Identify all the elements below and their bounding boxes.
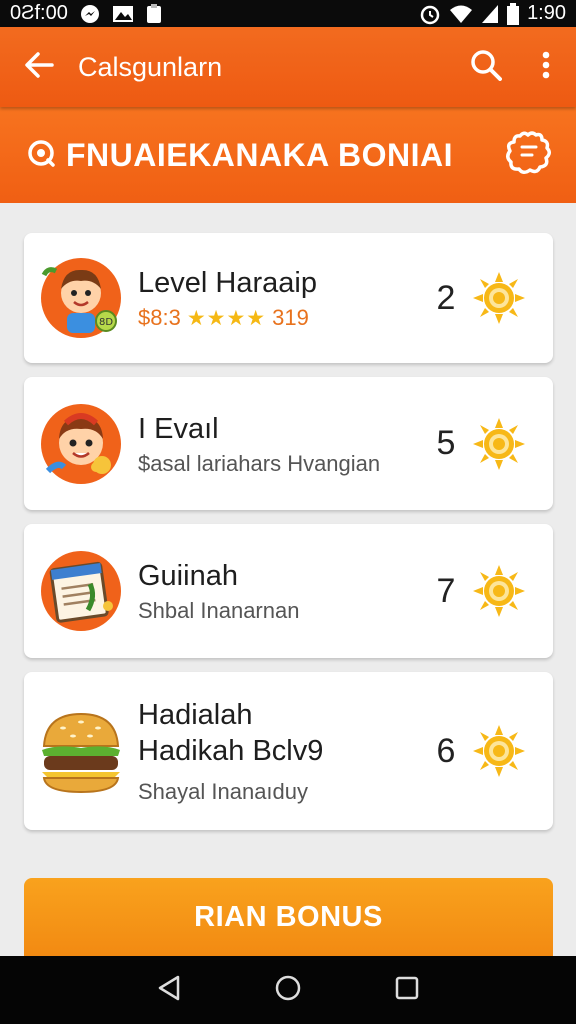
messenger-icon: [80, 4, 100, 24]
wifi-icon: [449, 4, 473, 24]
item-count: 5: [436, 424, 456, 462]
bonus-banner: FNUAIEKANAKA BONIAI: [0, 107, 576, 203]
item-title-second-line: Hadikah Bclv9: [138, 735, 324, 767]
sun-icon: [471, 270, 553, 326]
nav-back-button[interactable]: [149, 970, 189, 1010]
system-nav-bar: [0, 956, 576, 1024]
status-bar: 0Ƨf:00 1:90: [0, 0, 576, 27]
banner-title: FNUAIEKANAKA BONIAI: [66, 136, 453, 173]
back-button[interactable]: [0, 27, 78, 107]
search-button[interactable]: [456, 27, 516, 107]
girl-avatar-icon: [24, 401, 138, 487]
item-count: 7: [436, 571, 456, 610]
alarm-icon: [419, 3, 441, 25]
item-title: Level Haraaip: [138, 267, 317, 299]
image-icon: [112, 5, 134, 23]
signal-icon: [481, 4, 499, 24]
item-title: I Evaıl: [138, 412, 219, 445]
more-options-button[interactable]: [516, 27, 576, 107]
back-triangle-icon: [157, 975, 181, 1006]
item-title: Guiinah: [138, 560, 238, 592]
item-subtitle-suffix: 319: [272, 305, 309, 330]
list-item[interactable]: Guiinah Shbal Inanarnan 7: [24, 524, 553, 658]
arrow-left-icon: [24, 51, 54, 83]
kid-avatar-icon: 8D: [24, 255, 138, 341]
sun-icon: [471, 416, 553, 472]
coin-icon: [26, 138, 56, 173]
gear-badge-button[interactable]: [504, 130, 554, 181]
list-item[interactable]: I Evaıl $asal lariahars Hvangian 5: [24, 377, 553, 510]
list-item[interactable]: 8D Level Haraaip $8:3 ★★★★ 319 2: [24, 233, 553, 363]
item-subtitle: $asal lariahars Hvangian: [138, 450, 381, 476]
claim-bonus-button[interactable]: RIAN BONUS: [24, 878, 553, 956]
gear-badge-icon: [504, 130, 554, 180]
home-circle-icon: [274, 974, 302, 1007]
item-title: Hadialah: [138, 699, 253, 731]
star-rating: ★★★★: [186, 306, 267, 330]
recents-square-icon: [395, 976, 419, 1005]
item-subtitle: $8:3 ★★★★ 319: [138, 305, 421, 331]
battery-icon: [507, 2, 520, 25]
burger-icon: [24, 706, 138, 796]
svg-text:8D: 8D: [99, 317, 113, 328]
item-count: 6: [436, 731, 456, 770]
list-item[interactable]: Hadialah Hadikah Bclv9 Shayal Inanaıduy …: [24, 672, 553, 830]
clipboard-icon: [146, 3, 162, 24]
nav-recents-button[interactable]: [387, 970, 427, 1010]
search-icon: [470, 49, 502, 86]
nav-home-button[interactable]: [268, 970, 308, 1010]
item-subtitle: Shbal Inanarnan: [138, 598, 300, 623]
item-subtitle-prefix: $8:3: [138, 305, 181, 330]
item-count: 2: [436, 278, 456, 317]
app-title: Calsgunlarn: [78, 51, 223, 82]
app-bar: Calsgunlarn: [0, 27, 576, 107]
sun-icon: [471, 723, 553, 779]
more-vert-icon: [542, 51, 550, 84]
sun-icon: [471, 563, 553, 619]
status-time-right: 1:90: [527, 2, 566, 24]
status-time-left: 0Ƨf:00: [10, 2, 68, 24]
book-avatar-icon: [24, 548, 138, 634]
item-subtitle: Shayal Inanaıduy: [138, 779, 309, 804]
